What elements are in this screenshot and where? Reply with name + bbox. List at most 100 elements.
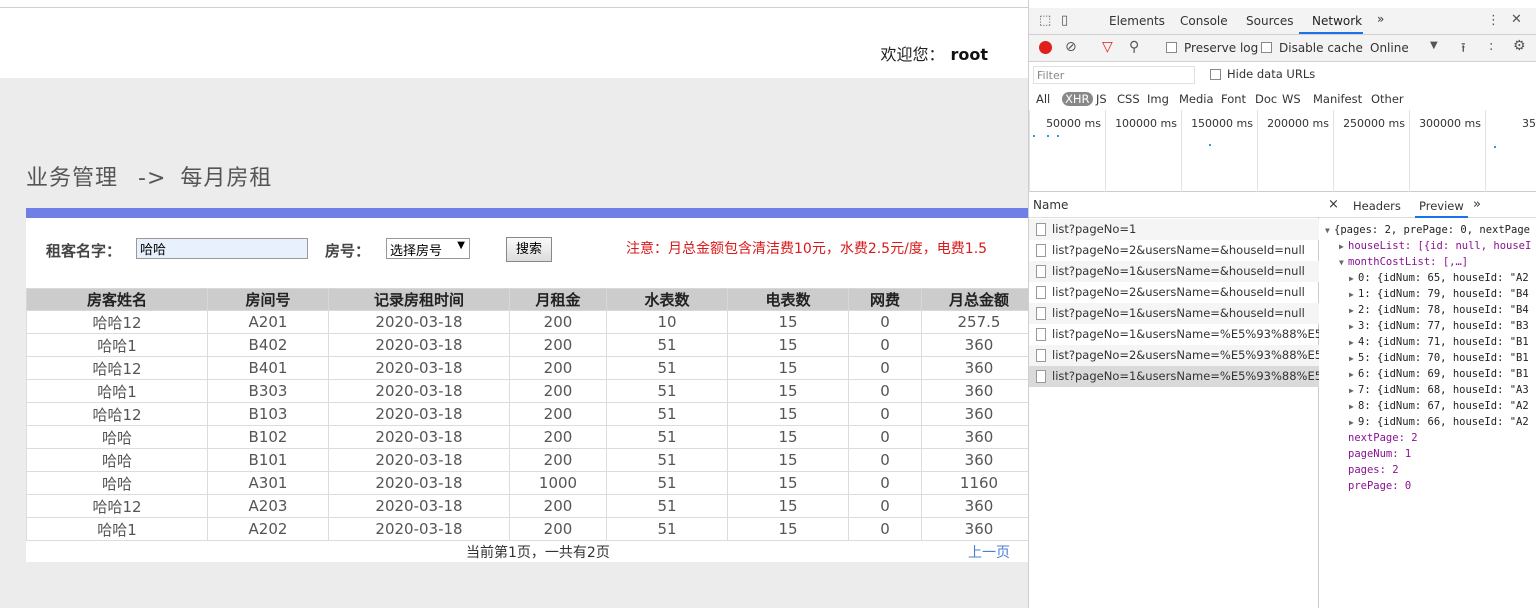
json-item-text: 7: {idNum: 68, houseId: "A3 (1358, 384, 1529, 396)
json-list-item[interactable]: ▶ 2: {idNum: 78, houseId: "B4 (1349, 304, 1529, 316)
document-icon (1036, 265, 1046, 278)
type-filter-font[interactable]: Font (1221, 92, 1246, 106)
record-icon[interactable] (1039, 41, 1052, 54)
close-preview-icon[interactable]: × (1328, 197, 1339, 212)
table-cell: 360 (921, 517, 1028, 541)
tab-network[interactable]: Network (1312, 14, 1362, 28)
collapsed-triangle-icon: ▶ (1339, 242, 1344, 251)
kebab-menu-icon[interactable]: ⋮ (1487, 13, 1500, 28)
import-har-icon[interactable]: ⭱ (1461, 39, 1466, 61)
request-row[interactable]: list?pageNo=2&usersName=&houseId=null (1029, 282, 1319, 303)
table-cell: 200 (509, 517, 607, 541)
json-list-item[interactable]: ▶ 5: {idNum: 70, houseId: "B1 (1349, 352, 1529, 364)
type-filter-js[interactable]: JS (1096, 92, 1107, 106)
type-filter-other[interactable]: Other (1371, 92, 1404, 106)
json-list-item[interactable]: ▶ 4: {idNum: 71, houseId: "B1 (1349, 336, 1529, 348)
request-name: list?pageNo=2&usersName=&houseId=null (1052, 243, 1305, 257)
filter-icon[interactable]: ▽ (1102, 39, 1113, 55)
inspect-element-icon[interactable]: ⬚ (1039, 13, 1051, 28)
tab-elements[interactable]: Elements (1109, 14, 1165, 28)
table-row: 哈哈1 B303 2020-03-18 200 51 15 0 360 (26, 379, 1028, 403)
column-header: 房间号 (207, 288, 329, 311)
tab-headers[interactable]: Headers (1353, 199, 1401, 213)
type-filter-manifest[interactable]: Manifest (1313, 92, 1362, 106)
table-cell: 51 (606, 517, 728, 541)
table-cell: 哈哈12 (26, 356, 208, 380)
json-list-item[interactable]: ▶ 1: {idNum: 79, houseId: "B4 (1349, 288, 1529, 300)
request-row[interactable]: list?pageNo=1&usersName=%E5%93%88%E5... (1029, 324, 1319, 345)
json-list-item[interactable]: ▶ 6: {idNum: 69, houseId: "B1 (1349, 368, 1529, 380)
table-cell: 哈哈12 (26, 402, 208, 426)
search-button[interactable]: 搜索 (506, 237, 552, 262)
table-row: 哈哈12 A203 2020-03-18 200 51 15 0 360 (26, 494, 1028, 518)
json-list-item[interactable]: ▶ 3: {idNum: 77, houseId: "B3 (1349, 320, 1529, 332)
timeline-tick-label: 250000 ms (1343, 117, 1405, 130)
table-cell: 2020-03-18 (328, 494, 510, 518)
disable-cache-checkbox[interactable] (1261, 42, 1272, 53)
tab-sources[interactable]: Sources (1246, 14, 1293, 28)
request-row[interactable]: list?pageNo=1&usersName=&houseId=null (1029, 303, 1319, 324)
request-row[interactable]: list?pageNo=2&usersName=%E5%93%88%E5... (1029, 345, 1319, 366)
type-filter-all[interactable]: All (1036, 92, 1050, 106)
table-cell: B102 (207, 425, 329, 449)
json-root[interactable]: ▼ {pages: 2, prePage: 0, nextPage (1325, 224, 1530, 236)
table-cell: 哈哈 (26, 448, 208, 472)
json-list-item[interactable]: ▶ 7: {idNum: 68, houseId: "A3 (1349, 384, 1529, 396)
table-row: 哈哈 A301 2020-03-18 1000 51 15 0 1160 (26, 471, 1028, 495)
more-tabs-icon[interactable]: » (1377, 12, 1384, 26)
document-icon (1036, 370, 1046, 383)
house-select[interactable]: 选择房号 ▼ (386, 238, 470, 259)
json-pre-page: prePage: 0 (1348, 480, 1412, 492)
type-filter-xhr[interactable]: XHR (1062, 92, 1093, 106)
request-row[interactable]: list?pageNo=1 (1029, 219, 1319, 240)
table-cell: 2020-03-18 (328, 402, 510, 426)
document-icon (1036, 349, 1046, 362)
type-filter-media[interactable]: Media (1179, 92, 1214, 106)
table-cell: 200 (509, 379, 607, 403)
prev-page-link[interactable]: 上一页 (968, 542, 1010, 562)
type-filter-doc[interactable]: Doc (1255, 92, 1277, 106)
settings-gear-icon[interactable]: ⚙ (1513, 38, 1526, 54)
tenant-name-input[interactable] (136, 238, 308, 259)
preserve-log-checkbox[interactable] (1166, 42, 1177, 53)
json-list-item[interactable]: ▶ 8: {idNum: 67, houseId: "A2 (1349, 400, 1529, 412)
table-body: 哈哈12 A201 2020-03-18 200 10 15 0 257.5 哈哈1 B402 20… (26, 310, 1028, 541)
table-cell: 2020-03-18 (328, 379, 510, 403)
json-preview: ▼ {pages: 2, prePage: 0, nextPage ▶ houseL… (1319, 218, 1536, 608)
json-list-item[interactable]: ▶ 9: {idNum: 66, houseId: "A2 (1349, 416, 1529, 428)
more-preview-tabs-icon[interactable]: » (1473, 197, 1481, 212)
throttle-caret-icon[interactable]: ▼ (1430, 40, 1438, 51)
type-filter-css[interactable]: CSS (1117, 92, 1140, 106)
tab-console[interactable]: Console (1180, 14, 1228, 28)
filter-input[interactable]: Filter (1033, 66, 1195, 84)
search-icon[interactable]: ⚲ (1129, 39, 1139, 55)
table-cell: 51 (606, 471, 728, 495)
request-row[interactable]: list?pageNo=1&usersName=&houseId=null (1029, 261, 1319, 282)
clear-icon[interactable]: ⊘ (1065, 39, 1077, 55)
device-toolbar-icon[interactable]: ▯ (1061, 13, 1068, 28)
table-cell: 0 (848, 517, 922, 541)
export-har-icon[interactable]: : (1489, 39, 1493, 54)
timeline-tick-label: 200000 ms (1267, 117, 1329, 130)
timeline-tick: 100000 ms (1105, 110, 1181, 192)
table-cell: 0 (848, 356, 922, 380)
type-filter-img[interactable]: Img (1147, 92, 1169, 106)
throttle-select[interactable]: Online (1370, 41, 1409, 55)
table-cell: 2020-03-18 (328, 517, 510, 541)
json-house-list[interactable]: ▶ houseList: [{id: null, houseI (1339, 240, 1531, 252)
table-cell: 哈哈12 (26, 494, 208, 518)
hide-data-urls-checkbox[interactable] (1210, 69, 1221, 80)
name-column-header[interactable]: Name (1029, 193, 1319, 218)
request-name: list?pageNo=2&usersName=%E5%93%88%E5... (1052, 348, 1319, 362)
close-devtools-icon[interactable]: ✕ (1511, 12, 1522, 27)
top-border (0, 0, 1028, 8)
request-row[interactable]: list?pageNo=1&usersName=%E5%93%88%E5... (1029, 366, 1319, 387)
network-timeline: 50000 ms 100000 ms 150000 ms 200000 ms 25000… (1029, 110, 1536, 192)
json-list-item[interactable]: ▶ 0: {idNum: 65, houseId: "A2 (1349, 272, 1529, 284)
table-cell: 哈哈 (26, 425, 208, 449)
json-month-cost-list[interactable]: ▼ monthCostList: [,…] (1339, 256, 1468, 268)
tab-preview[interactable]: Preview (1415, 199, 1468, 218)
type-filter-ws[interactable]: WS (1282, 92, 1301, 106)
table-cell: 2020-03-18 (328, 448, 510, 472)
request-row[interactable]: list?pageNo=2&usersName=&houseId=null (1029, 240, 1319, 261)
